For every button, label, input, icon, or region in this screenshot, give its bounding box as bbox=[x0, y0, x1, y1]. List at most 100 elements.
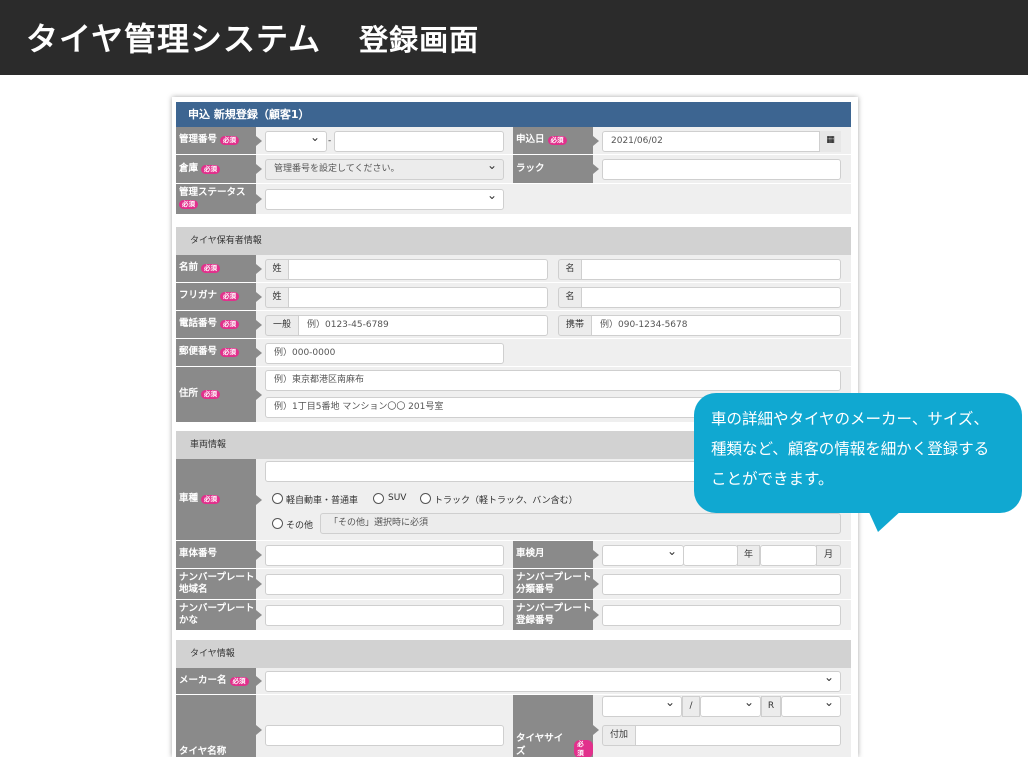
kanri-bango-select[interactable] bbox=[265, 131, 327, 152]
hyphen: - bbox=[328, 136, 332, 146]
plate-area-input[interactable] bbox=[265, 574, 504, 595]
radio-label-suv: SUV bbox=[388, 493, 407, 503]
callout-line-2: 種類など、顧客の情報を細かく登録する bbox=[711, 440, 990, 458]
row-plate-1: ナンバープレート 地域名 ナンバープレート 分類番号 bbox=[176, 569, 851, 600]
radio-label-sonota: その他 bbox=[286, 521, 314, 531]
r-separator: R bbox=[761, 696, 781, 717]
plate-reg-input[interactable] bbox=[602, 605, 841, 626]
shaken-month-input[interactable] bbox=[760, 545, 817, 566]
plate-kana-input[interactable] bbox=[265, 605, 504, 626]
row-yubin: 郵便番号 必須 例）000-0000 bbox=[176, 339, 851, 367]
spacer bbox=[176, 631, 851, 640]
tire-name-input[interactable] bbox=[265, 725, 504, 746]
row-plate-2: ナンバープレート かな ナンバープレート 登録番号 bbox=[176, 600, 851, 631]
moushikomi-bi-input[interactable]: 2021/06/02 bbox=[602, 131, 841, 152]
label-text-2: かな bbox=[179, 615, 199, 626]
shatai-input[interactable] bbox=[265, 545, 504, 566]
label-text-2: 地域名 bbox=[179, 584, 208, 595]
tire-rim-select[interactable] bbox=[781, 696, 841, 717]
yubin-input[interactable]: 例）000-0000 bbox=[265, 343, 504, 364]
section-tire: タイヤ情報 bbox=[176, 640, 851, 668]
status-select[interactable] bbox=[265, 189, 504, 210]
callout-tail bbox=[868, 510, 902, 532]
sei-kana-prefix: 姓 bbox=[265, 287, 289, 308]
label-rack: ラック bbox=[513, 155, 599, 183]
label-kanri-bango: 管理番号 必須 bbox=[176, 127, 262, 154]
required-badge: 必須 bbox=[229, 676, 249, 686]
label-plate-kana: ナンバープレート かな bbox=[176, 600, 262, 630]
callout-bubble: 車の詳細やタイヤのメーカー、サイズ、 種類など、顧客の情報を細かく登録する こと… bbox=[694, 393, 1022, 513]
label-souko: 倉庫 必須 bbox=[176, 155, 262, 183]
label-shaken: 車検月 bbox=[513, 541, 599, 568]
tsuki-suffix: 月 bbox=[816, 545, 841, 566]
rack-input[interactable] bbox=[602, 159, 841, 180]
jusho-placeholder-1: 例）東京都港区南麻布 bbox=[274, 375, 365, 385]
tire-ratio-select[interactable] bbox=[700, 696, 761, 717]
required-badge: 必須 bbox=[201, 164, 221, 174]
jusho-input-1[interactable]: 例）東京都港区南麻布 bbox=[265, 370, 841, 391]
required-badge: 必須 bbox=[220, 292, 240, 301]
required-badge: 必須 bbox=[220, 348, 240, 357]
mei-kana-prefix: 名 bbox=[558, 287, 582, 308]
keitai-input[interactable]: 例）090-1234-5678 bbox=[591, 315, 841, 336]
nen-suffix: 年 bbox=[737, 545, 760, 566]
radio-label-kei-futsu: 軽自動車・普通車 bbox=[286, 496, 359, 506]
fuka-input[interactable] bbox=[635, 725, 841, 746]
label-furigana: フリガナ 必須 bbox=[176, 283, 262, 310]
required-badge: 必須 bbox=[547, 136, 567, 145]
jusho-placeholder-2: 例）1丁目5番地 マンション〇〇 201号室 bbox=[274, 402, 444, 412]
label-text: 名前 bbox=[179, 262, 199, 274]
spacer bbox=[176, 215, 851, 227]
label-text: ナンバープレート bbox=[516, 571, 592, 583]
label-text: 郵便番号 bbox=[179, 346, 218, 358]
label-text: 倉庫 bbox=[179, 162, 199, 174]
row-status: 管理ステータス 必須 bbox=[176, 184, 851, 215]
required-badge: 必須 bbox=[201, 495, 221, 504]
label-text: 申込日 bbox=[516, 134, 545, 146]
radio-truck[interactable] bbox=[420, 493, 431, 504]
required-badge: 必須 bbox=[179, 200, 198, 209]
label-text: タイヤ名称 bbox=[179, 745, 227, 757]
sonota-placeholder: 「その他」選択時に必須 bbox=[329, 518, 429, 528]
label-text: ナンバープレート bbox=[179, 571, 255, 583]
tire-width-select[interactable] bbox=[602, 696, 682, 717]
label-text: フリガナ bbox=[179, 290, 218, 302]
maker-select[interactable] bbox=[265, 671, 841, 692]
ippan-input[interactable]: 例）0123-45-6789 bbox=[298, 315, 548, 336]
label-text: 車種 bbox=[179, 493, 199, 505]
souko-select[interactable]: 管理番号を設定してください。 bbox=[265, 159, 504, 180]
label-denwa: 電話番号 必須 bbox=[176, 311, 262, 338]
shaken-year-input[interactable] bbox=[683, 545, 738, 566]
slash-separator: / bbox=[682, 696, 700, 717]
sei-input[interactable] bbox=[288, 259, 548, 280]
label-text-2: 分類番号 bbox=[516, 584, 555, 595]
radio-sonota[interactable] bbox=[272, 518, 283, 529]
label-moushikomi-bi: 申込日 必須 bbox=[513, 127, 599, 154]
shaken-select[interactable] bbox=[602, 545, 684, 566]
yubin-placeholder: 例）000-0000 bbox=[274, 348, 336, 358]
title-banner: タイヤ管理システム 登録画面 bbox=[0, 0, 1028, 75]
label-shatai: 車体番号 bbox=[176, 541, 262, 568]
required-badge: 必須 bbox=[201, 390, 221, 399]
keitai-placeholder: 例）090-1234-5678 bbox=[600, 320, 688, 330]
callout-line-1: 車の詳細やタイヤのメーカー、サイズ、 bbox=[711, 410, 989, 428]
plate-class-input[interactable] bbox=[602, 574, 841, 595]
radio-suv[interactable] bbox=[373, 493, 384, 504]
required-badge: 必須 bbox=[220, 136, 240, 145]
sonota-input[interactable]: 「その他」選択時に必須 bbox=[320, 513, 841, 534]
row-namae: 名前 必須 姓 名 bbox=[176, 255, 851, 283]
row-furigana: フリガナ 必須 姓 名 bbox=[176, 283, 851, 311]
label-text: 電話番号 bbox=[179, 318, 218, 330]
label-namae: 名前 必須 bbox=[176, 255, 262, 282]
required-badge: 必須 bbox=[574, 740, 593, 757]
sei-kana-input[interactable] bbox=[288, 287, 548, 308]
mei-input[interactable] bbox=[581, 259, 841, 280]
sei-prefix: 姓 bbox=[265, 259, 289, 280]
calendar-icon[interactable]: ▦ bbox=[819, 131, 841, 152]
date-value: 2021/06/02 bbox=[611, 136, 663, 146]
mei-kana-input[interactable] bbox=[581, 287, 841, 308]
ippan-prefix: 一般 bbox=[265, 315, 299, 336]
kanri-bango-input[interactable] bbox=[334, 131, 504, 152]
radio-kei-futsu[interactable] bbox=[272, 493, 283, 504]
label-text: ナンバープレート bbox=[516, 602, 592, 614]
